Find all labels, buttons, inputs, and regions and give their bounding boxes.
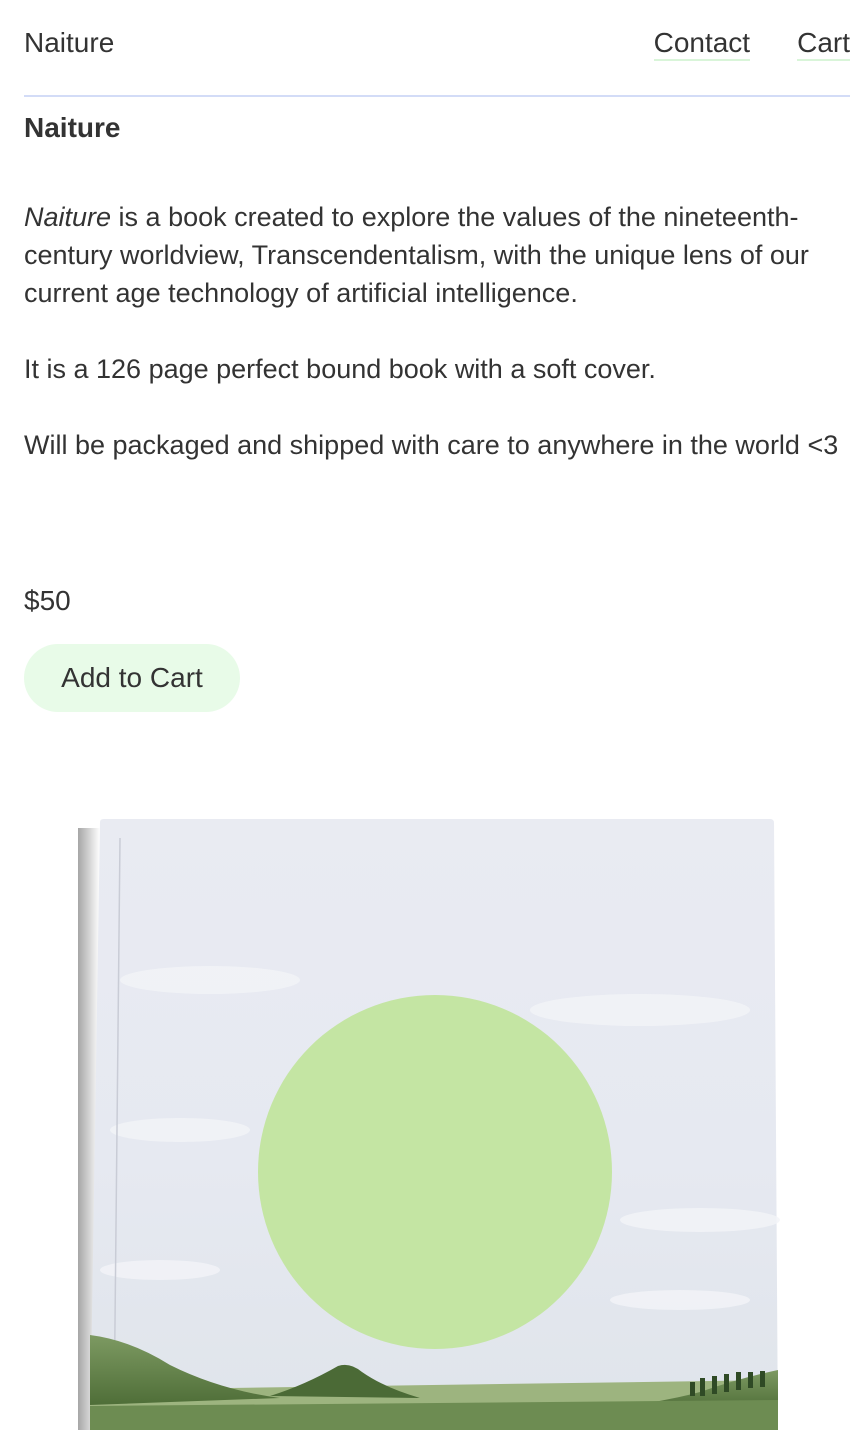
- add-to-cart-button[interactable]: Add to Cart: [24, 644, 240, 712]
- product-title: Naiture: [24, 112, 121, 143]
- description-paragraph: Naiture is a book created to explore the…: [24, 198, 850, 312]
- product-image: [78, 819, 780, 1430]
- green-circle-graphic: [258, 995, 612, 1349]
- book-title-italic: Naiture: [24, 202, 112, 232]
- product-price: $50: [24, 585, 71, 616]
- main-nav: Contact Cart: [653, 27, 850, 61]
- description-text: is a book created to explore the values …: [24, 202, 809, 308]
- description-paragraph: Will be packaged and shipped with care t…: [24, 430, 839, 460]
- brand-link[interactable]: Naiture: [24, 27, 114, 59]
- nav-cart-link[interactable]: Cart: [797, 27, 850, 61]
- site-header: Naiture Contact Cart: [24, 0, 850, 97]
- product-description: Naiture is a book created to explore the…: [24, 198, 850, 502]
- description-paragraph: It is a 126 page perfect bound book with…: [24, 354, 656, 384]
- nav-contact-link[interactable]: Contact: [653, 27, 751, 61]
